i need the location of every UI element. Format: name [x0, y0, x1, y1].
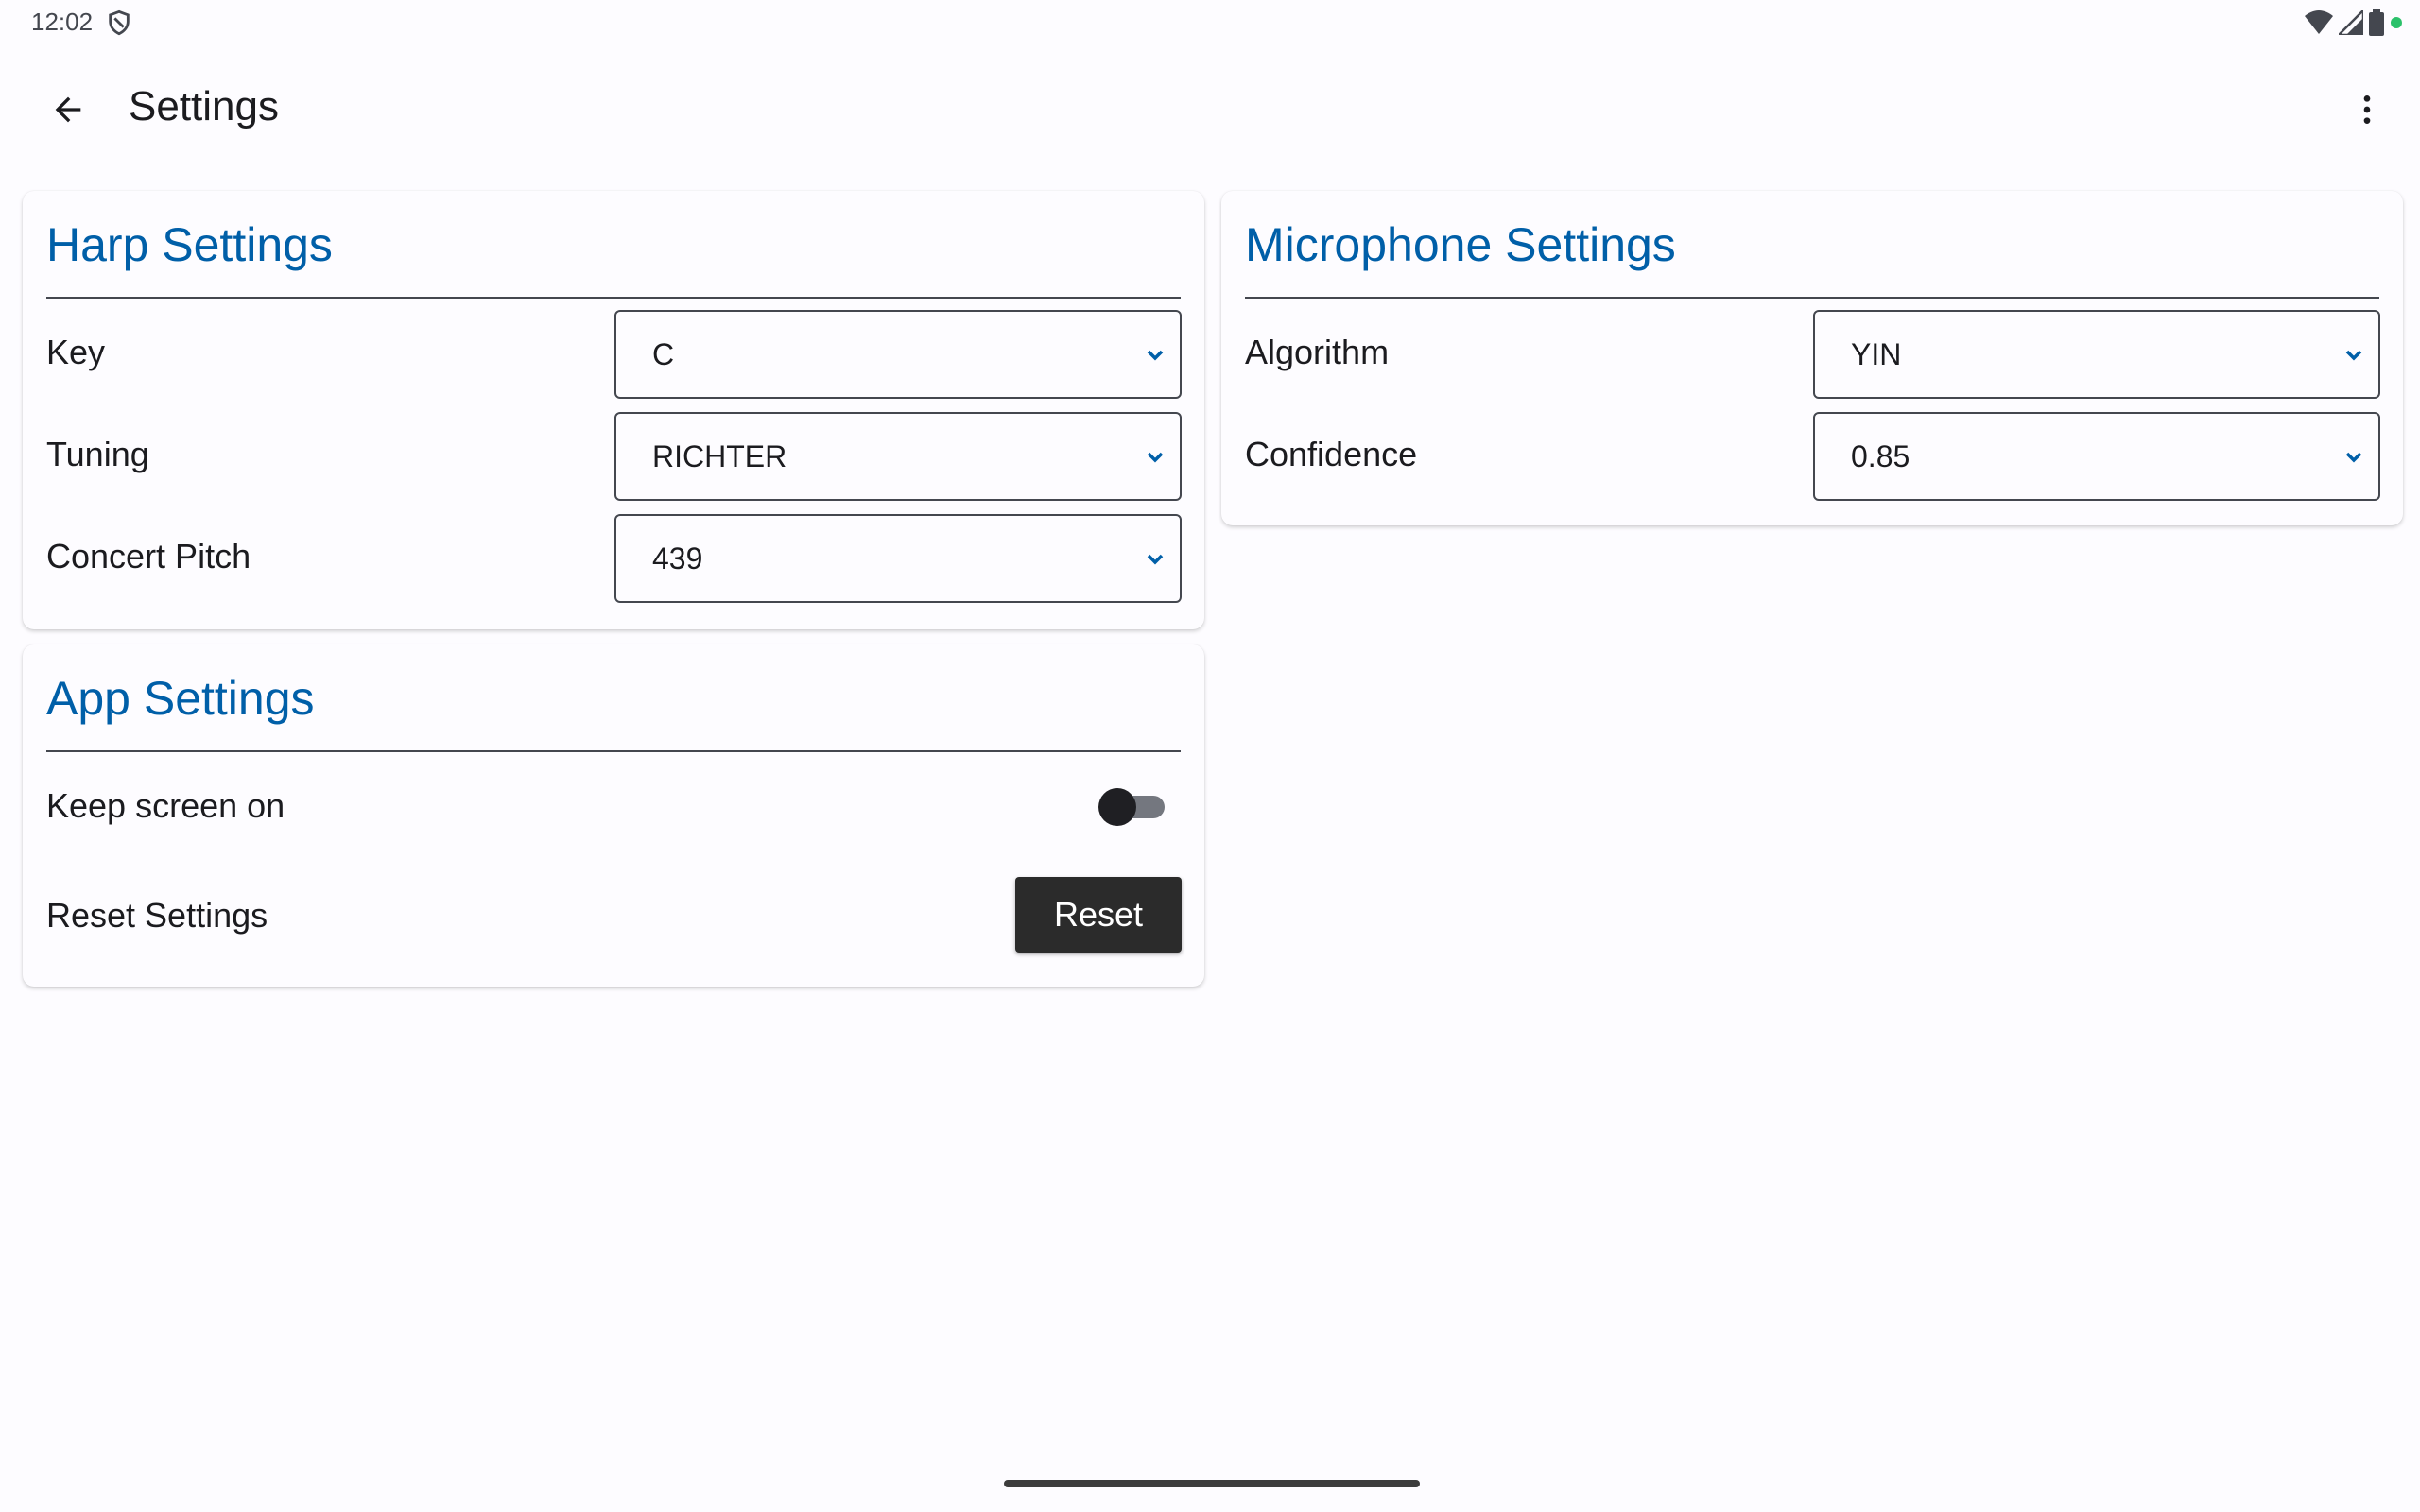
app-settings-card: App Settings Keep screen on Reset Settin… — [23, 644, 1204, 987]
reset-settings-label: Reset Settings — [46, 896, 268, 935]
battery-icon — [2369, 9, 2384, 36]
chevron-down-icon — [1147, 350, 1164, 361]
shield-icon — [109, 9, 130, 36]
chevron-down-icon — [1147, 554, 1164, 565]
more-vert-icon — [2363, 95, 2371, 124]
harp-settings-card: Harp Settings Key C Tuning RICHTER Conce… — [23, 191, 1204, 629]
back-button[interactable] — [38, 79, 98, 140]
toggle-thumb — [1098, 788, 1136, 826]
keep-screen-on-toggle[interactable] — [1098, 786, 1170, 828]
concert-pitch-label: Concert Pitch — [46, 537, 251, 576]
concert-pitch-select[interactable]: 439 — [614, 514, 1182, 603]
chevron-down-icon — [2345, 452, 2362, 463]
status-time: 12:02 — [31, 8, 94, 36]
chevron-down-icon — [2345, 350, 2362, 361]
navigation-handle[interactable] — [1004, 1480, 1420, 1487]
key-select-value: C — [652, 337, 675, 371]
microphone-settings-divider — [1245, 297, 2379, 299]
app-bar: Settings — [0, 60, 2420, 151]
confidence-select[interactable]: 0.85 — [1813, 412, 2380, 501]
harp-settings-divider — [46, 297, 1181, 299]
keep-screen-on-label: Keep screen on — [46, 786, 285, 825]
microphone-settings-title: Microphone Settings — [1245, 218, 1676, 271]
microphone-settings-card: Microphone Settings Algorithm YIN Confid… — [1221, 191, 2403, 525]
key-select[interactable]: C — [614, 310, 1182, 399]
tuning-label: Tuning — [46, 435, 149, 473]
privacy-indicator-dot — [2391, 17, 2402, 28]
arrow-back-icon — [55, 96, 81, 123]
settings-screen: 12:02 Settings Harp Settings Key C Tunin… — [0, 0, 2420, 1512]
page-title: Settings — [129, 83, 279, 129]
harp-settings-title: Harp Settings — [46, 218, 333, 271]
confidence-select-value: 0.85 — [1851, 439, 1910, 473]
cellular-signal-icon — [2339, 10, 2363, 35]
wifi-icon — [2305, 10, 2333, 34]
tuning-select[interactable]: RICHTER — [614, 412, 1182, 501]
reset-button[interactable]: Reset — [1015, 877, 1182, 953]
status-bar: 12:02 — [0, 0, 2420, 45]
key-label: Key — [46, 333, 106, 371]
algorithm-select[interactable]: YIN — [1813, 310, 2380, 399]
app-settings-title: App Settings — [46, 672, 315, 725]
confidence-label: Confidence — [1245, 435, 1418, 473]
concert-pitch-select-value: 439 — [652, 541, 703, 576]
algorithm-label: Algorithm — [1245, 333, 1390, 371]
algorithm-select-value: YIN — [1851, 337, 1902, 371]
tuning-select-value: RICHTER — [652, 439, 787, 473]
app-settings-divider — [46, 750, 1181, 752]
more-options-button[interactable] — [2337, 79, 2397, 140]
chevron-down-icon — [1147, 452, 1164, 463]
status-icons — [2305, 9, 2403, 36]
